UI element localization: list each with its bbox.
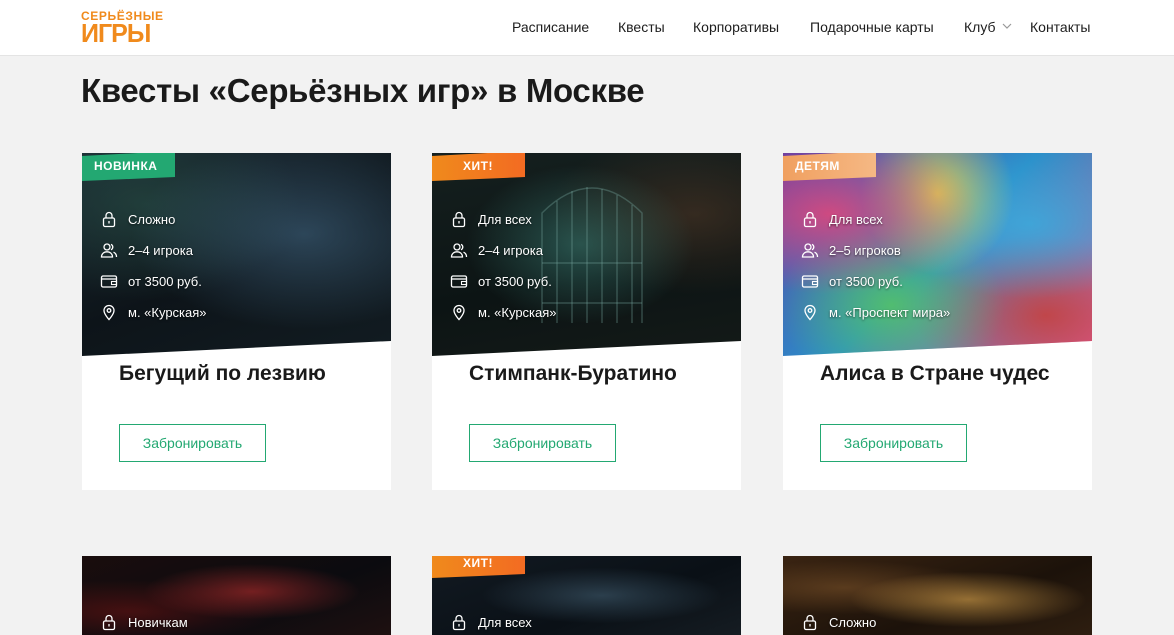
metro-row: м. «Проспект мира»: [801, 302, 950, 322]
lock-icon: [801, 613, 819, 631]
badge-hit: ХИТ!: [432, 153, 525, 181]
badge-kids: ДЕТЯМ: [783, 153, 876, 181]
lock-icon: [450, 613, 468, 631]
users-icon: [450, 241, 468, 259]
players-row: 2–5 игроков: [801, 240, 901, 260]
players-row: 2–4 игрока: [450, 240, 543, 260]
quest-title[interactable]: Бегущий по лезвию: [119, 362, 326, 386]
price-row: от 3500 руб.: [450, 271, 552, 291]
logo-line-2: ИГРЫ: [81, 18, 151, 49]
players-text: 2–4 игрока: [478, 242, 543, 258]
wallet-icon: [450, 272, 468, 290]
quest-card-blade-runner[interactable]: НОВИНКА Сложно 2–4 игрока от 3500 руб. м…: [82, 153, 391, 490]
badge-text: ХИТ!: [463, 159, 493, 173]
location-pin-icon: [450, 303, 468, 321]
badge-new: НОВИНКА: [82, 153, 175, 181]
difficulty-row: Для всех: [801, 209, 883, 229]
price-row: от 3500 руб.: [100, 271, 202, 291]
book-button[interactable]: Забронировать: [469, 424, 616, 462]
price-row: от 3500 руб.: [801, 271, 903, 291]
quest-card-4[interactable]: Новичкам: [82, 556, 391, 635]
users-icon: [100, 241, 118, 259]
wallet-icon: [100, 272, 118, 290]
metro-text: м. «Проспект мира»: [829, 304, 951, 320]
difficulty-row: Новичкам: [100, 612, 188, 632]
book-button[interactable]: Забронировать: [820, 424, 967, 462]
difficulty-row: Для всех: [450, 209, 532, 229]
quest-card-steampunk-buratino[interactable]: ХИТ! Для всех 2–4 игрока от 3500 руб. м.…: [432, 153, 741, 490]
difficulty-text: Сложно: [128, 211, 176, 227]
lock-icon: [100, 210, 118, 228]
difficulty-text: Новичкам: [128, 614, 188, 630]
site-logo[interactable]: СЕРЬЁЗНЫЕ ИГРЫ: [81, 10, 163, 49]
wallet-icon: [801, 272, 819, 290]
quest-card-5[interactable]: ХИТ! Для всех: [432, 556, 741, 635]
price-text: от 3500 руб.: [128, 273, 202, 289]
nav-quests[interactable]: Квесты: [618, 0, 665, 54]
page-title: Квесты «Серьёзных игр» в Москве: [81, 72, 645, 109]
nav-club[interactable]: Клуб: [964, 0, 996, 54]
nav-gift-cards[interactable]: Подарочные карты: [810, 0, 934, 54]
nav-contacts[interactable]: Контакты: [1030, 0, 1090, 54]
players-row: 2–4 игрока: [100, 240, 193, 260]
book-button[interactable]: Забронировать: [119, 424, 266, 462]
site-header: СЕРЬЁЗНЫЕ ИГРЫ Расписание Квесты Корпора…: [0, 0, 1174, 56]
location-pin-icon: [100, 303, 118, 321]
lock-icon: [450, 210, 468, 228]
players-text: 2–5 игроков: [829, 242, 901, 258]
lock-icon: [801, 210, 819, 228]
chevron-down-icon[interactable]: [1001, 20, 1013, 32]
metro-row: м. «Курская»: [450, 302, 557, 322]
price-text: от 3500 руб.: [478, 273, 552, 289]
nav-corporate[interactable]: Корпоративы: [693, 0, 779, 54]
metro-row: м. «Курская»: [100, 302, 207, 322]
users-icon: [801, 241, 819, 259]
quest-card-6[interactable]: Сложно: [783, 556, 1092, 635]
difficulty-text: Для всех: [829, 211, 883, 227]
badge-text: ХИТ!: [463, 556, 493, 570]
difficulty-row: Для всех: [450, 612, 532, 632]
quest-title[interactable]: Алиса в Стране чудес: [820, 362, 1050, 386]
quest-card-alice[interactable]: ДЕТЯМ Для всех 2–5 игроков от 3500 руб. …: [783, 153, 1092, 490]
metro-text: м. «Курская»: [478, 304, 557, 320]
difficulty-text: Для всех: [478, 614, 532, 630]
difficulty-row: Сложно: [801, 612, 876, 632]
nav-schedule[interactable]: Расписание: [512, 0, 589, 54]
players-text: 2–4 игрока: [128, 242, 193, 258]
metro-text: м. «Курская»: [128, 304, 207, 320]
difficulty-text: Для всех: [478, 211, 532, 227]
difficulty-row: Сложно: [100, 209, 175, 229]
location-pin-icon: [801, 303, 819, 321]
lock-icon: [100, 613, 118, 631]
difficulty-text: Сложно: [829, 614, 877, 630]
quest-title[interactable]: Стимпанк-Буратино: [469, 362, 677, 386]
price-text: от 3500 руб.: [829, 273, 903, 289]
